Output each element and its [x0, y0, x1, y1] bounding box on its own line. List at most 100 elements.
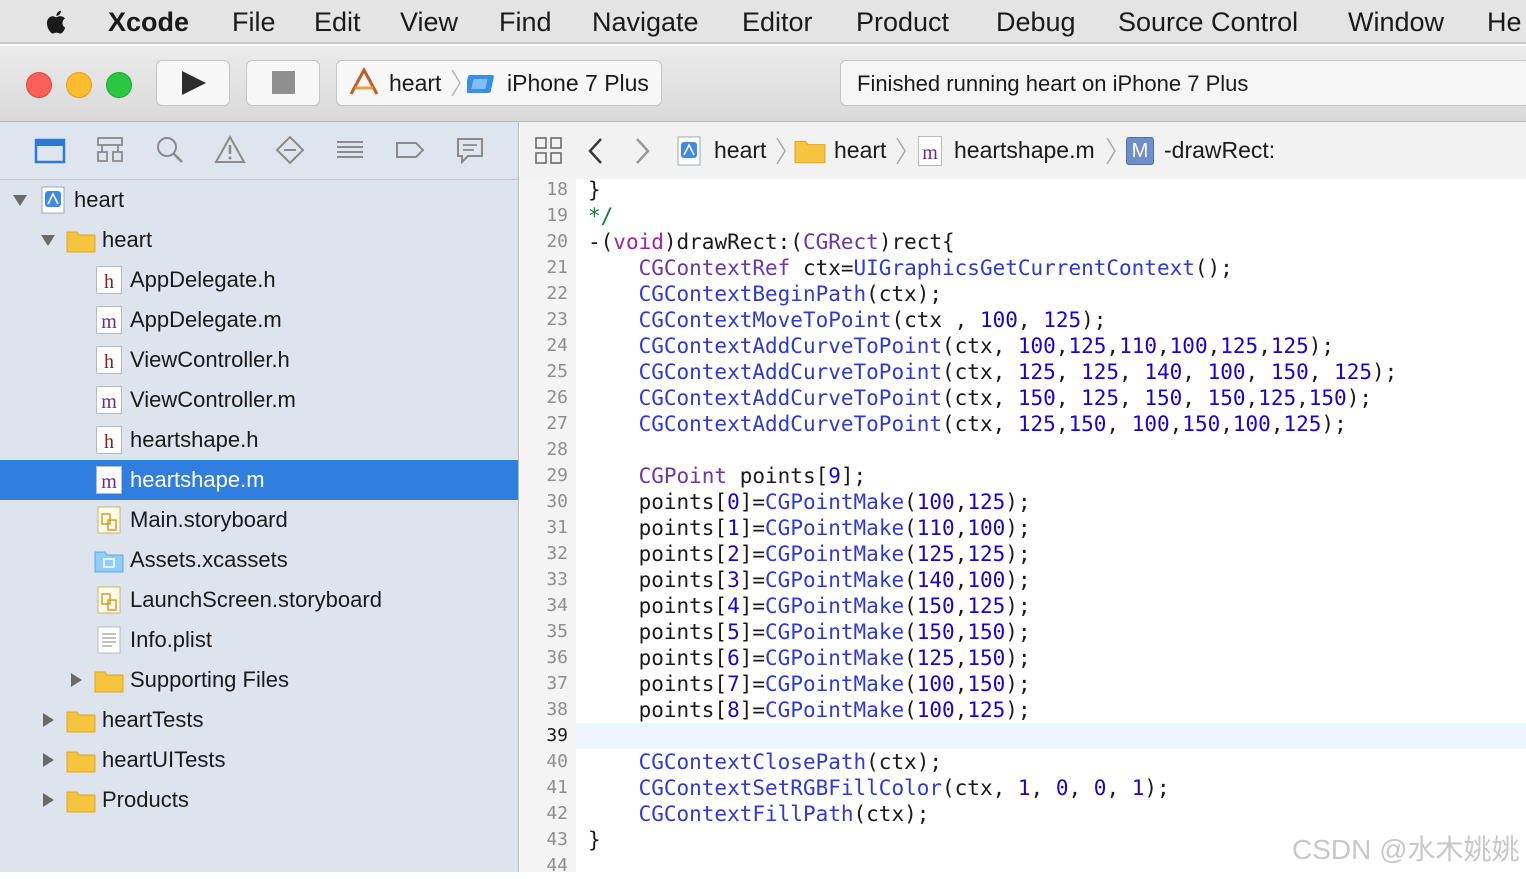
- line-number[interactable]: 28: [520, 437, 568, 463]
- code-line[interactable]: CGContextAddCurveToPoint(ctx, 125, 125, …: [588, 359, 1398, 385]
- navigator-row-file[interactable]: m AppDelegate.m: [0, 300, 518, 340]
- code-line[interactable]: CGContextAddCurveToPoint(ctx, 150, 125, …: [588, 385, 1372, 411]
- menu-xcode[interactable]: Xcode: [108, 0, 189, 44]
- breakpoint-navigator-icon[interactable]: [394, 134, 426, 166]
- code-line[interactable]: points[8]=CGPointMake(100,125);: [588, 697, 1031, 723]
- line-number[interactable]: 26: [520, 385, 568, 411]
- navigator-row-group[interactable]: Products: [0, 780, 518, 820]
- stop-button[interactable]: [246, 60, 320, 106]
- line-number[interactable]: 20: [520, 229, 568, 255]
- line-number[interactable]: 30: [520, 489, 568, 515]
- line-number[interactable]: 33: [520, 567, 568, 593]
- breadcrumb-file[interactable]: heartshape.m: [954, 137, 1095, 164]
- menu-view[interactable]: View: [400, 0, 458, 44]
- navigator-row-file[interactable]: LaunchScreen.storyboard: [0, 580, 518, 620]
- project-navigator-folder-icon[interactable]: [34, 134, 66, 166]
- disclosure-collapsed-icon[interactable]: [40, 712, 56, 728]
- forward-chevron-icon[interactable]: [632, 136, 652, 166]
- related-items-grid-icon[interactable]: [534, 136, 564, 166]
- line-number[interactable]: 38: [520, 697, 568, 723]
- disclosure-expanded-icon[interactable]: [40, 232, 56, 248]
- line-number[interactable]: 32: [520, 541, 568, 567]
- code-line[interactable]: }: [588, 827, 601, 853]
- code-line[interactable]: points[1]=CGPointMake(110,100);: [588, 515, 1031, 541]
- navigator-row-project[interactable]: heart: [0, 180, 518, 220]
- line-number[interactable]: 29: [520, 463, 568, 489]
- code-line[interactable]: CGContextAddCurveToPoint(ctx, 100,125,11…: [588, 333, 1335, 359]
- navigator-row-group[interactable]: heartUITests: [0, 740, 518, 780]
- line-number[interactable]: 34: [520, 593, 568, 619]
- code-line[interactable]: CGContextAddCurveToPoint(ctx, 125,150, 1…: [588, 411, 1347, 437]
- debug-navigator-list-icon[interactable]: [334, 134, 366, 166]
- line-number[interactable]: 18: [520, 177, 568, 203]
- line-number[interactable]: 22: [520, 281, 568, 307]
- line-number[interactable]: 42: [520, 801, 568, 827]
- breadcrumb-group[interactable]: heart: [834, 137, 886, 164]
- line-number[interactable]: 43: [520, 827, 568, 853]
- line-number[interactable]: 41: [520, 775, 568, 801]
- code-line[interactable]: points[3]=CGPointMake(140,100);: [588, 567, 1031, 593]
- symbol-navigator-icon[interactable]: [94, 134, 126, 166]
- disclosure-collapsed-icon[interactable]: [40, 752, 56, 768]
- line-number[interactable]: 24: [520, 333, 568, 359]
- back-chevron-icon[interactable]: [586, 136, 606, 166]
- minimize-window-button[interactable]: [66, 72, 92, 98]
- apple-logo-icon[interactable]: [40, 6, 72, 38]
- code-line[interactable]: CGContextClosePath(ctx);: [588, 749, 942, 775]
- disclosure-expanded-icon[interactable]: [12, 192, 28, 208]
- code-line[interactable]: CGContextSetRGBFillColor(ctx, 1, 0, 0, 1…: [588, 775, 1170, 801]
- code-line[interactable]: points[6]=CGPointMake(125,150);: [588, 645, 1031, 671]
- zoom-window-button[interactable]: [106, 72, 132, 98]
- line-number[interactable]: 36: [520, 645, 568, 671]
- disclosure-collapsed-icon[interactable]: [40, 792, 56, 808]
- navigator-row-file[interactable]: h ViewController.h: [0, 340, 518, 380]
- code-line[interactable]: -(void)drawRect:(CGRect)rect{: [588, 229, 955, 255]
- menu-navigate[interactable]: Navigate: [592, 0, 699, 44]
- line-number[interactable]: 23: [520, 307, 568, 333]
- code-line[interactable]: }: [588, 177, 601, 203]
- navigator-row-file[interactable]: h AppDelegate.h: [0, 260, 518, 300]
- code-line[interactable]: points[2]=CGPointMake(125,125);: [588, 541, 1031, 567]
- menu-file[interactable]: File: [232, 0, 276, 44]
- line-number[interactable]: 31: [520, 515, 568, 541]
- line-number[interactable]: 40: [520, 749, 568, 775]
- line-number[interactable]: 27: [520, 411, 568, 437]
- breadcrumb-method[interactable]: -drawRect:: [1164, 137, 1275, 164]
- run-button[interactable]: [156, 60, 230, 106]
- navigator-row-group[interactable]: heartTests: [0, 700, 518, 740]
- warning-icon[interactable]: [214, 134, 246, 166]
- code-line[interactable]: points[5]=CGPointMake(150,150);: [588, 619, 1031, 645]
- line-number[interactable]: 19: [520, 203, 568, 229]
- line-number[interactable]: 44: [520, 853, 568, 879]
- navigator-row-file[interactable]: Info.plist: [0, 620, 518, 660]
- code-line[interactable]: CGPoint points[9];: [588, 463, 867, 489]
- line-number[interactable]: 25: [520, 359, 568, 385]
- code-line[interactable]: CGContextMoveToPoint(ctx , 100, 125);: [588, 307, 1107, 333]
- code-line[interactable]: */: [588, 203, 613, 229]
- scheme-selector[interactable]: heart iPhone 7 Plus: [336, 60, 662, 106]
- menu-find[interactable]: Find: [499, 0, 552, 44]
- code-line[interactable]: CGContextFillPath(ctx);: [588, 801, 930, 827]
- navigator-row-file[interactable]: h heartshape.h: [0, 420, 518, 460]
- code-line[interactable]: CGContextRef ctx=UIGraphicsGetCurrentCon…: [588, 255, 1233, 281]
- menu-product[interactable]: Product: [856, 0, 949, 44]
- line-number[interactable]: 39: [520, 723, 568, 749]
- report-navigator-message-icon[interactable]: [454, 134, 486, 166]
- test-navigator-diamond-icon[interactable]: [274, 134, 306, 166]
- navigator-row-file[interactable]: m ViewController.m: [0, 380, 518, 420]
- line-number[interactable]: 37: [520, 671, 568, 697]
- close-window-button[interactable]: [26, 72, 52, 98]
- menu-source-control[interactable]: Source Control: [1118, 0, 1298, 44]
- line-number[interactable]: 35: [520, 619, 568, 645]
- navigator-row-file[interactable]: Assets.xcassets: [0, 540, 518, 580]
- menu-help[interactable]: He: [1487, 0, 1522, 44]
- menu-edit[interactable]: Edit: [314, 0, 361, 44]
- breadcrumb-project[interactable]: heart: [714, 137, 766, 164]
- code-line[interactable]: points[0]=CGPointMake(100,125);: [588, 489, 1031, 515]
- menu-editor[interactable]: Editor: [742, 0, 813, 44]
- menu-window[interactable]: Window: [1348, 0, 1444, 44]
- navigator-row-group[interactable]: heart: [0, 220, 518, 260]
- menu-debug[interactable]: Debug: [996, 0, 1076, 44]
- code-editor[interactable]: } */-(void)drawRect:(CGRect)rect{ CGConte…: [576, 177, 1526, 872]
- code-line[interactable]: points[4]=CGPointMake(150,125);: [588, 593, 1031, 619]
